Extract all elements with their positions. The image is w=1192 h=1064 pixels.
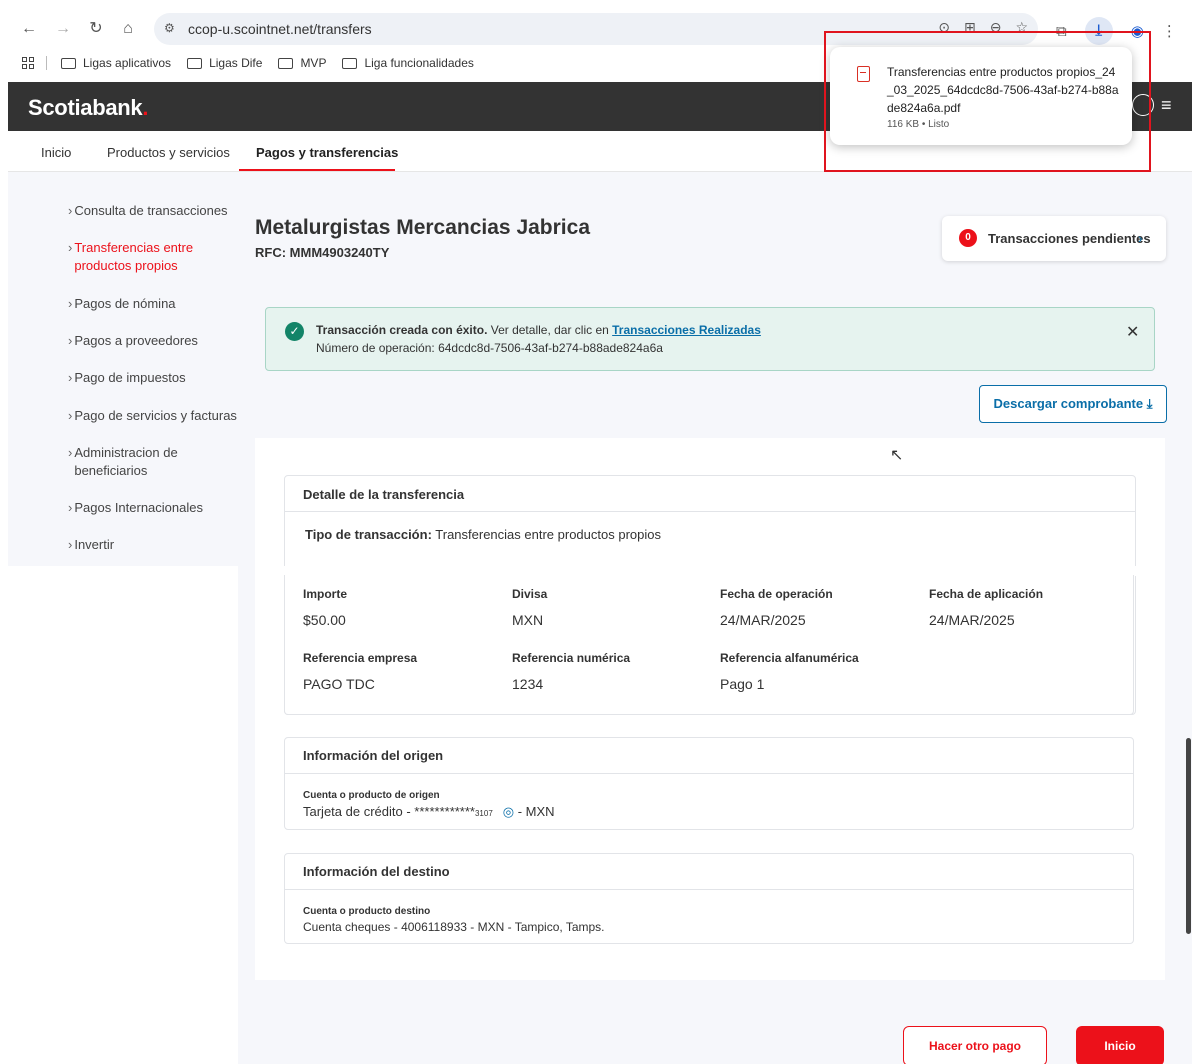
check-circle-icon: ✓ xyxy=(285,322,304,341)
annotation-highlight-box xyxy=(824,31,1151,172)
chevron-right-icon: › xyxy=(68,537,73,552)
detail-title: Detalle de la transferencia xyxy=(303,487,465,502)
forward-icon[interactable]: → xyxy=(52,18,74,40)
more-menu-icon[interactable]: ⋮ xyxy=(1162,22,1177,40)
origin-panel: Información del origen Cuenta o producto… xyxy=(284,737,1134,830)
scotiabank-logo[interactable]: Scotiabank. xyxy=(28,95,148,121)
fecha-aplicacion-value: 24/MAR/2025 xyxy=(929,612,1015,628)
chevron-right-icon: › xyxy=(68,203,73,218)
ref-empresa-label: Referencia empresa xyxy=(303,651,418,665)
tab-pagos[interactable]: Pagos y transferencias xyxy=(256,145,398,160)
scrollbar[interactable] xyxy=(1186,738,1191,934)
chevron-right-icon: › xyxy=(1138,230,1143,246)
ref-numerica-value: 1234 xyxy=(512,676,544,692)
eye-icon[interactable]: ◎ xyxy=(503,804,514,819)
sidebar-item-transferencias[interactable]: › Transferencias entre productos propios xyxy=(68,239,198,275)
pending-transactions-button[interactable]: 0 Transacciones pendientes › xyxy=(942,216,1166,261)
company-rfc: RFC: MMM4903240TY xyxy=(255,245,390,260)
bookmark-label: MVP xyxy=(300,56,327,70)
alert-message: Transacción creada con éxito. Ver detall… xyxy=(316,323,761,337)
divider xyxy=(285,511,1135,512)
bookmarks-bar: Ligas aplicativos Ligas Dife MVP Liga fu… xyxy=(22,56,490,70)
bookmark-folder[interactable]: Ligas aplicativos xyxy=(61,56,171,70)
operation-number: Número de operación: 64dcdc8d-7506-43af-… xyxy=(316,341,663,355)
divisa-value: MXN xyxy=(512,612,544,628)
site-settings-icon[interactable]: ⚙ xyxy=(164,21,175,35)
destination-panel: Información del destino Cuenta o product… xyxy=(284,853,1134,944)
bookmarks-separator xyxy=(46,56,47,70)
apps-icon[interactable] xyxy=(22,57,34,69)
reload-icon[interactable]: ↻ xyxy=(85,18,107,40)
ref-empresa-value: PAGO TDC xyxy=(303,676,375,692)
back-icon[interactable]: ← xyxy=(18,18,40,40)
detail-fields: Importe $50.00 Divisa MXN Fecha de opera… xyxy=(284,575,1134,715)
folder-icon xyxy=(278,57,294,69)
other-payment-button[interactable]: Hacer otro pago xyxy=(903,1026,1047,1064)
mouse-cursor-icon: ↖ xyxy=(890,447,904,464)
chevron-right-icon: › xyxy=(68,296,73,311)
bookmark-label: Ligas aplicativos xyxy=(83,56,172,70)
active-tab-indicator xyxy=(239,169,395,171)
folder-icon xyxy=(61,57,76,69)
bookmark-folder[interactable]: Ligas Dife xyxy=(187,56,262,70)
company-name: Metalurgistas Mercancias Jabrica xyxy=(255,216,590,239)
success-alert: ✓ Transacción creada con éxito. Ver deta… xyxy=(265,307,1155,371)
download-receipt-button[interactable]: Descargar comprobante ⤓ xyxy=(979,385,1167,423)
importe-label: Importe xyxy=(303,587,348,601)
sidebar-item-nomina[interactable]: › Pagos de nómina xyxy=(68,295,176,313)
sidebar-item-proveedores[interactable]: › Pagos a proveedores xyxy=(68,332,198,350)
home-button[interactable]: Inicio xyxy=(1076,1026,1164,1064)
hamburger-menu-icon[interactable]: ≡ xyxy=(1161,95,1172,116)
url-text[interactable]: ccop-u.scointnet.net/transfers xyxy=(188,21,372,37)
pending-count-badge: 0 xyxy=(959,229,977,247)
sidebar-item-impuestos[interactable]: › Pago de impuestos xyxy=(68,369,186,387)
sidebar-item-consulta[interactable]: › Consulta de transacciones xyxy=(68,202,228,220)
chevron-right-icon: › xyxy=(68,445,73,460)
sidebar-item-beneficiarios[interactable]: › Administracion de beneficiarios xyxy=(68,444,188,480)
bookmark-label: Ligas Dife xyxy=(209,56,263,70)
pending-label: Transacciones pendientes xyxy=(988,231,1151,246)
divider xyxy=(285,773,1133,774)
folder-icon xyxy=(187,57,203,69)
destination-title: Información del destino xyxy=(303,864,450,879)
home-icon[interactable]: ⌂ xyxy=(117,18,139,40)
fecha-operacion-value: 24/MAR/2025 xyxy=(720,612,806,628)
sidebar-item-servicios[interactable]: › Pago de servicios y facturas xyxy=(68,407,237,425)
ref-numerica-label: Referencia numérica xyxy=(512,651,631,665)
origin-value: Tarjeta de crédito - ************3107 ◎ -… xyxy=(303,804,555,819)
destination-value: Cuenta cheques - 4006118933 - MXN - Tamp… xyxy=(303,920,605,934)
origin-label: Cuenta o producto de origen xyxy=(303,790,440,801)
divider xyxy=(285,889,1133,890)
origin-title: Información del origen xyxy=(303,748,444,763)
tab-productos[interactable]: Productos y servicios xyxy=(107,145,230,160)
sidebar-item-internacionales[interactable]: › Pagos Internacionales xyxy=(68,499,203,517)
folder-icon xyxy=(342,57,358,69)
chevron-right-icon: › xyxy=(68,333,73,348)
chevron-right-icon: › xyxy=(68,500,73,515)
chevron-right-icon: › xyxy=(68,370,73,385)
ref-alfanumerica-value: Pago 1 xyxy=(720,676,765,692)
bookmark-folder[interactable]: Liga funcionalidades xyxy=(342,56,474,70)
fecha-operacion-label: Fecha de operación xyxy=(720,587,833,601)
transacciones-realizadas-link[interactable]: Transacciones Realizadas xyxy=(612,323,761,337)
chevron-right-icon: › xyxy=(68,408,73,423)
sidebar-item-invertir[interactable]: › Invertir xyxy=(68,536,114,554)
chevron-right-icon: › xyxy=(68,240,73,255)
fecha-aplicacion-label: Fecha de aplicación xyxy=(929,587,1044,601)
bookmark-label: Liga funcionalidades xyxy=(364,56,474,70)
importe-value: $50.00 xyxy=(303,612,346,628)
transfer-detail-card: Detalle de la transferencia Tipo de tran… xyxy=(255,438,1165,980)
tab-inicio[interactable]: Inicio xyxy=(41,145,71,160)
bookmark-folder[interactable]: MVP xyxy=(278,56,326,70)
destination-label: Cuenta o producto destino xyxy=(303,906,431,917)
ref-alfanumerica-label: Referencia alfanumérica xyxy=(720,651,859,665)
divisa-label: Divisa xyxy=(512,587,548,601)
close-icon[interactable]: ✕ xyxy=(1126,322,1139,342)
transaction-type: Tipo de transacción: Transferencias entr… xyxy=(305,527,661,542)
